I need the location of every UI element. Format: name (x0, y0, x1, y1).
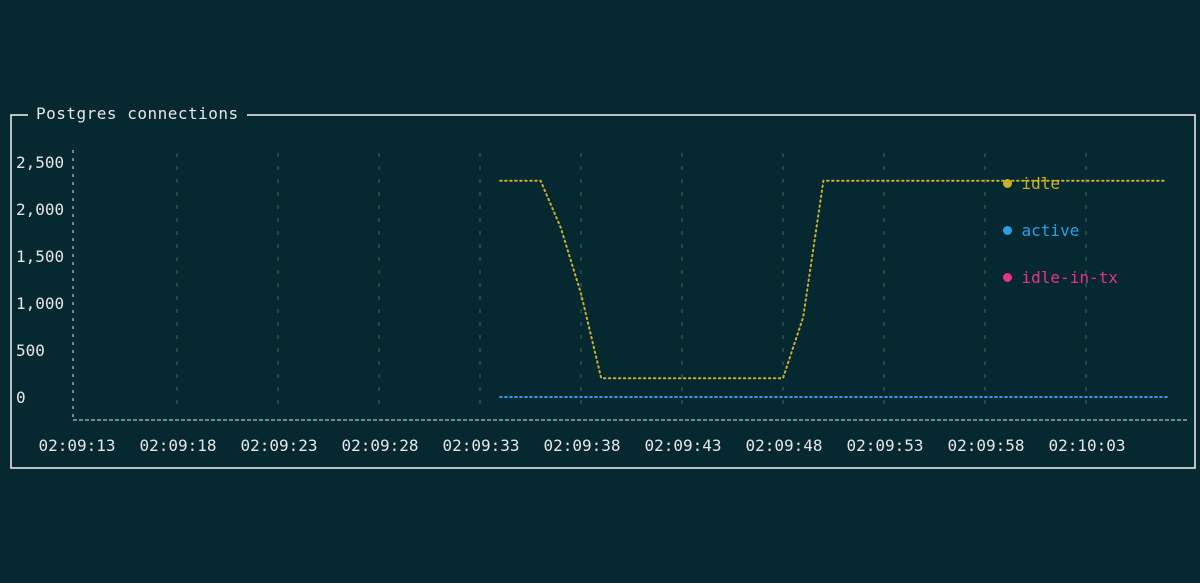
legend-dot-idle (1002, 179, 1012, 188)
y-tick-label: 0 (16, 388, 26, 407)
y-tick-label: 2,000 (16, 200, 64, 219)
x-tick-label: 02:09:28 (341, 436, 418, 455)
chart-title: Postgres connections (28, 103, 247, 125)
x-tick-labels: 02:09:13 02:09:18 02:09:23 02:09:28 02:09:33… (38, 436, 1125, 455)
x-tick-label: 02:09:38 (543, 436, 620, 455)
legend-item-idle: idle (964, 151, 1060, 193)
terminal-screen: 2,500 2,000 1,500 1,000 500 0 02:09:13 02:09:1… (0, 0, 1200, 583)
x-tick-label: 02:09:43 (644, 436, 721, 455)
y-tick-label: 500 (16, 341, 45, 360)
legend-dot-idle-in-tx (1002, 273, 1012, 282)
legend-dot-active (1002, 226, 1012, 235)
legend-label-idle: idle (1021, 174, 1061, 193)
legend-item-idle-in-tx: idle-in-tx (964, 245, 1118, 287)
legend-item-active: active (964, 198, 1079, 240)
grid-layer (176, 153, 1087, 412)
connections-chart: 2,5002,0001,5001,0005000 02:09:13 02:09:1… (10, 114, 1196, 469)
x-tick-label: 02:09:13 (38, 436, 115, 455)
x-tick-label: 02:10:03 (1048, 436, 1125, 455)
y-tick-label: 1,000 (16, 294, 64, 313)
y-tick-label: 2,500 (16, 153, 64, 172)
legend-label-active: active (1021, 221, 1080, 240)
x-tick-label: 02:09:18 (139, 436, 216, 455)
legend-label-idle-in-tx: idle-in-tx (1021, 268, 1118, 287)
x-tick-label: 02:09:48 (745, 436, 822, 455)
y-tick-labels: 2,500 2,000 1,500 1,000 500 0 (16, 153, 64, 407)
x-tick-label: 02:09:33 (442, 436, 519, 455)
y-tick-label: 1,500 (16, 247, 64, 266)
x-tick-label: 02:09:23 (240, 436, 317, 455)
x-tick-label: 02:09:53 (846, 436, 923, 455)
x-tick-label: 02:09:58 (947, 436, 1024, 455)
